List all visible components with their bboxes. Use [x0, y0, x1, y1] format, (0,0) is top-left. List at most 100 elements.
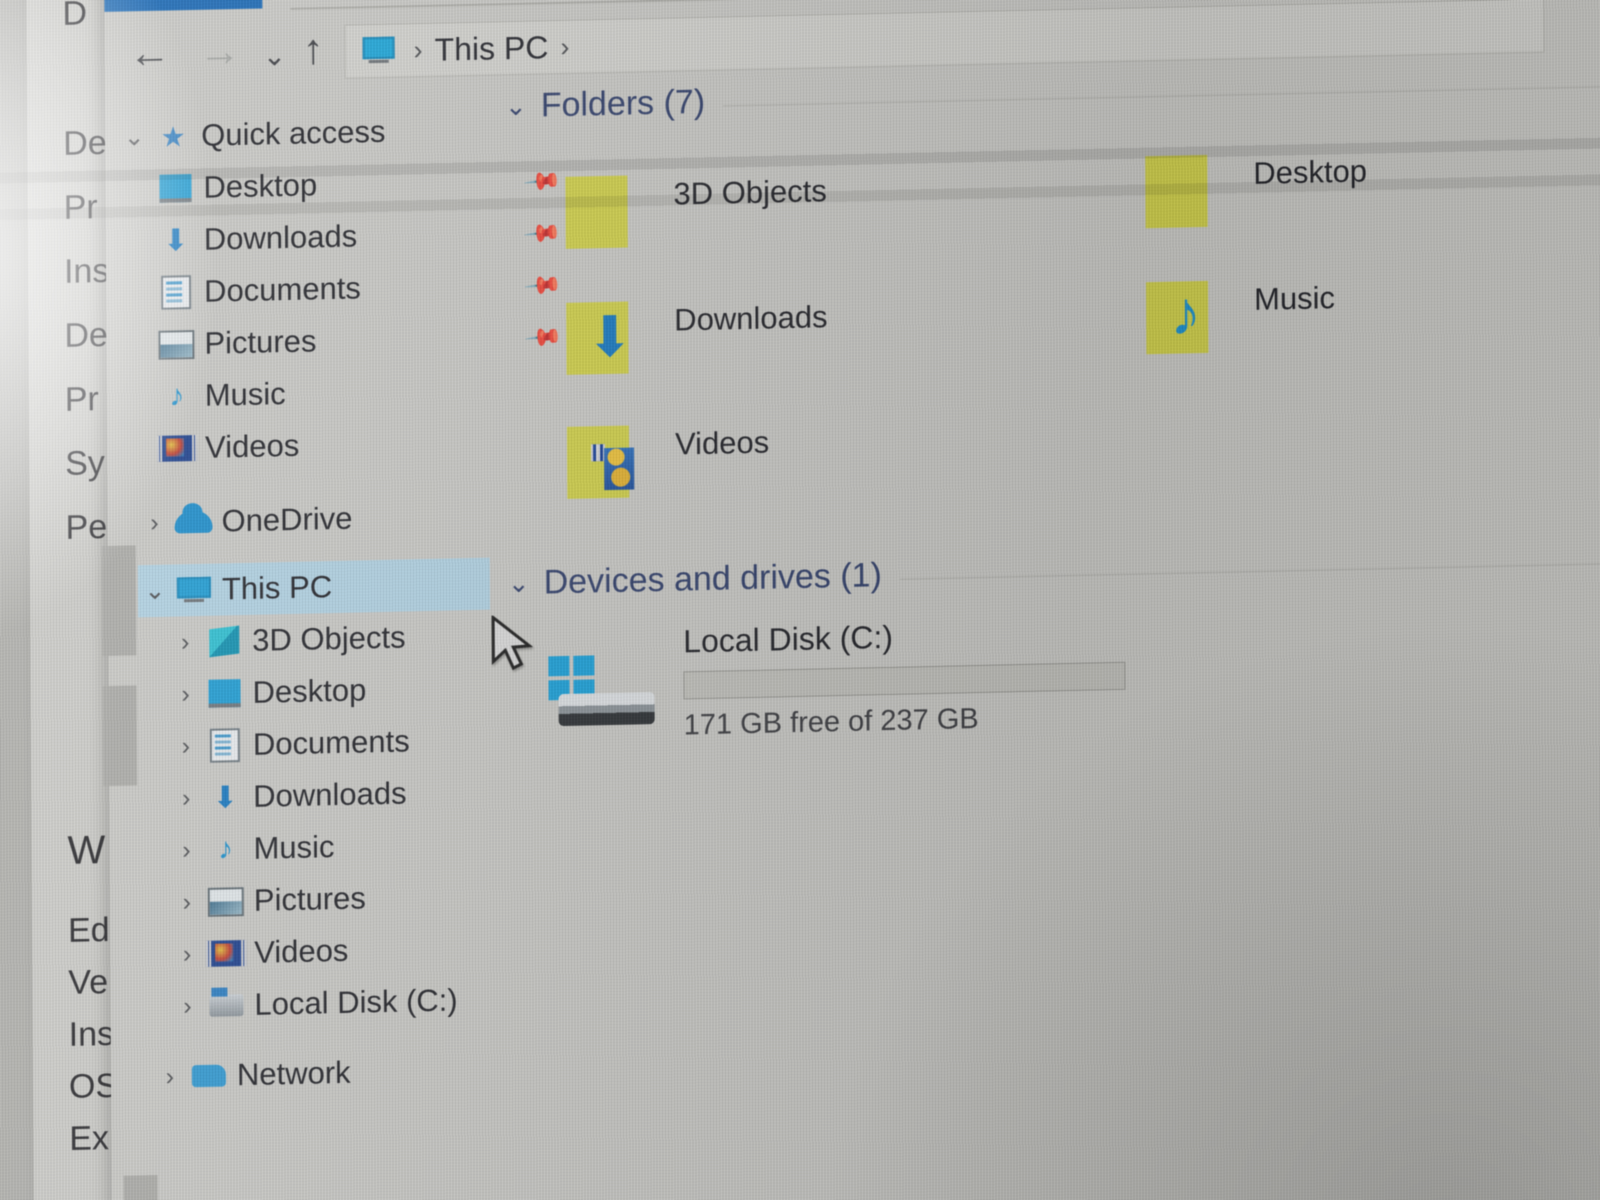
folder-3d-objects-icon [565, 173, 651, 249]
expander-icon[interactable]: › [170, 939, 204, 969]
hard-drive-icon [548, 654, 660, 727]
up-button[interactable]: ↑ [302, 23, 323, 75]
sidebar-item-pc-pictures[interactable]: › Pictures [170, 869, 502, 928]
network-expander[interactable]: › [153, 1062, 187, 1092]
sidebar-item-label: Videos [204, 427, 300, 465]
tile-desktop[interactable]: Desktop [1145, 149, 1367, 229]
sidebar-group-quick-access[interactable]: ⌄ ★ Quick access [117, 103, 497, 163]
bg-row-11: Ins [68, 1014, 115, 1054]
forward-button[interactable]: → [198, 25, 241, 78]
bg-row-9: Ed [67, 911, 110, 950]
sidebar-item-pc-documents[interactable]: › Documents [169, 713, 501, 772]
sidebar-item-label: Videos [254, 932, 349, 970]
tile-label: Videos [674, 424, 770, 462]
sidebar-item-pc-downloads[interactable]: › ⬇ Downloads [169, 765, 501, 824]
tile-videos[interactable]: Videos [566, 421, 770, 499]
sidebar-item-local-disk-c[interactable]: › Local Disk (C:) [170, 973, 502, 1032]
sidebar-item-pictures[interactable]: Pictures 📌 [154, 311, 564, 371]
expander-icon[interactable]: › [168, 627, 202, 657]
sidebar-item-network[interactable]: › Network [153, 1043, 503, 1103]
back-button[interactable]: ← [129, 26, 171, 79]
desktop-icon [153, 174, 197, 203]
folder-downloads-icon: ⬇ [566, 299, 652, 375]
music-icon: ♪ [217, 832, 234, 866]
sidebar-label-quick-access: Quick access [201, 113, 386, 153]
bg-row-10: Ve [68, 963, 109, 1002]
sidebar-item-videos[interactable]: Videos [155, 415, 499, 475]
tile-music[interactable]: ♪ Music [1145, 276, 1335, 355]
sidebar-item-label: Local Disk (C:) [254, 982, 458, 1022]
bg-row-8: W [67, 828, 106, 873]
sidebar-item-pc-videos[interactable]: › Videos [170, 921, 502, 980]
sidebar-item-this-pc[interactable]: ⌄ This PC [137, 557, 491, 618]
sidebar-item-label: Music [253, 829, 335, 866]
document-icon [203, 728, 247, 763]
sidebar-item-label: Downloads [203, 218, 358, 257]
expander-icon[interactable]: › [169, 835, 203, 865]
expander-icon[interactable]: › [168, 679, 202, 709]
expander-icon[interactable]: › [170, 887, 204, 917]
bg-scroll-sliver-top [101, 545, 137, 657]
expander-icon[interactable]: › [169, 783, 203, 813]
tile-3d-objects[interactable]: 3D Objects [565, 169, 827, 249]
breadcrumb-pc-icon[interactable] [362, 36, 396, 66]
sidebar-item-documents[interactable]: Documents 📌 [154, 259, 563, 319]
breadcrumb-item-this-pc[interactable]: This PC [435, 29, 549, 68]
document-icon [154, 275, 198, 310]
quick-access-expander[interactable]: ⌄ [117, 122, 151, 153]
bg-scroll-sliver-bottom [123, 1175, 159, 1200]
tile-downloads[interactable]: ⬇ Downloads [566, 295, 828, 375]
expander-icon[interactable]: › [169, 731, 203, 761]
network-icon [187, 1064, 231, 1088]
bg-row-0: D [62, 0, 88, 33]
disk-icon [204, 994, 248, 1017]
sidebar-item-label: 3D Objects [252, 619, 406, 658]
bg-row-1: De [63, 123, 107, 163]
video-icon [155, 434, 199, 462]
sidebar-item-label: OneDrive [221, 500, 353, 539]
picture-icon [154, 329, 198, 360]
sidebar-item-onedrive[interactable]: › OneDrive [137, 489, 499, 549]
onedrive-expander[interactable]: › [137, 508, 171, 538]
content-pane: ⌄ Folders (7) 3D Objects ⬇ Downloads Vid… [505, 63, 1600, 747]
sidebar-item-music[interactable]: ♪ Music [155, 363, 499, 423]
sidebar-item-label: Desktop [252, 672, 367, 710]
chevron-down-icon[interactable]: ⌄ [505, 91, 527, 122]
drive-free-space: 171 GB free of 237 GB [683, 702, 979, 742]
folder-music-icon: ♪ [1145, 278, 1232, 355]
picture-icon [204, 886, 248, 917]
sidebar-item-pc-desktop[interactable]: › Desktop [168, 661, 500, 720]
sidebar-item-label: This PC [221, 569, 333, 607]
chevron-down-icon[interactable]: ⌄ [508, 568, 530, 599]
this-pc-expander[interactable]: ⌄ [138, 576, 172, 607]
cloud-icon [171, 510, 215, 534]
sidebar-item-label: Network [236, 1054, 351, 1093]
pc-icon [172, 576, 216, 604]
bg-scroll-sliver-mid [102, 685, 138, 787]
desktop-icon [202, 679, 246, 708]
sidebar-item-pc-music[interactable]: › ♪ Music [169, 817, 501, 876]
breadcrumb[interactable]: › This PC › [344, 0, 1545, 79]
sidebar-item-desktop[interactable]: Desktop 📌 [153, 155, 563, 215]
folder-videos-icon [566, 423, 653, 499]
bg-row-6: Sy [65, 443, 105, 483]
sidebar-item-label: Pictures [253, 880, 366, 918]
sidebar-item-3d-objects[interactable]: › 3D Objects [168, 609, 500, 668]
recent-locations-button[interactable]: ⌄ [263, 30, 287, 83]
drive-item-local-disk-c[interactable]: Local Disk (C:) 171 GB free of 237 GB [508, 603, 1600, 747]
download-icon: ⬇ [212, 780, 238, 815]
pin-star-icon: ★ [160, 120, 186, 153]
sidebar-item-label: Downloads [253, 775, 407, 814]
expander-icon[interactable]: › [170, 991, 204, 1021]
sidebar-item-downloads[interactable]: ⬇ Downloads 📌 [154, 207, 563, 267]
breadcrumb-separator-2[interactable]: › [560, 31, 569, 62]
folder-desktop-icon [1145, 152, 1231, 229]
folders-tile-grid: 3D Objects ⬇ Downloads Videos Desktop ♪ … [505, 130, 1600, 554]
group-divider [899, 563, 1600, 580]
bg-row-7: Pe [65, 507, 108, 547]
tab-file[interactable]: File [104, 0, 263, 12]
video-icon [204, 940, 248, 967]
sidebar-item-label: Documents [252, 723, 410, 762]
sidebar-item-label: Documents [204, 270, 361, 309]
mouse-cursor [491, 614, 534, 671]
